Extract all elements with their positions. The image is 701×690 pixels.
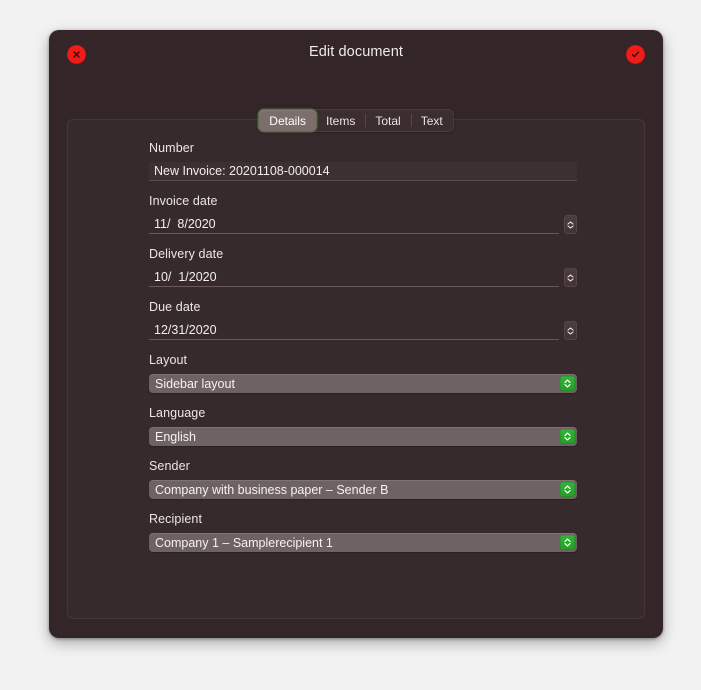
details-form: Number New Invoice: 20201108-000014 Invo… <box>149 141 577 552</box>
due-date-stepper[interactable] <box>564 321 577 340</box>
invoice-date-input[interactable]: 11/ 8/2020 <box>149 215 559 234</box>
tab-items[interactable]: Items <box>316 110 365 131</box>
confirm-button[interactable] <box>626 45 645 64</box>
chevron-up-down-icon <box>560 535 575 550</box>
invoice-date-stepper[interactable] <box>564 215 577 234</box>
layout-dropdown[interactable]: Sidebar layout <box>149 374 577 393</box>
chevron-up-down-icon <box>560 376 575 391</box>
tab-details[interactable]: Details <box>259 110 316 131</box>
field-language: Language English <box>149 406 577 446</box>
chevron-up-down-glyph <box>564 432 571 441</box>
number-value: New Invoice: 20201108-000014 <box>154 164 330 178</box>
number-input[interactable]: New Invoice: 20201108-000014 <box>149 162 577 181</box>
chevron-down-icon <box>567 277 574 282</box>
language-label: Language <box>149 406 206 420</box>
tab-total[interactable]: Total <box>365 110 410 131</box>
field-layout: Layout Sidebar layout <box>149 353 577 393</box>
edit-document-window: Edit document Details Items Total Text N… <box>49 30 663 638</box>
sender-dropdown[interactable]: Company with business paper – Sender B <box>149 480 577 499</box>
sender-label: Sender <box>149 459 190 473</box>
window-title: Edit document <box>309 44 403 60</box>
layout-value: Sidebar layout <box>155 376 235 391</box>
window-titlebar: Edit document <box>49 30 663 78</box>
sender-value: Company with business paper – Sender B <box>155 482 389 497</box>
checkmark-icon <box>631 51 639 58</box>
field-sender: Sender Company with business paper – Sen… <box>149 459 577 499</box>
language-value: English <box>155 429 196 444</box>
recipient-label: Recipient <box>149 512 203 526</box>
due-date-value: 12/31/2020 <box>154 323 217 337</box>
chevron-up-down-glyph <box>564 538 571 547</box>
delivery-date-row: 10/ 1/2020 <box>149 268 577 287</box>
details-panel: Number New Invoice: 20201108-000014 Invo… <box>67 119 645 619</box>
due-date-row: 12/31/2020 <box>149 321 577 340</box>
delivery-date-value: 10/ 1/2020 <box>154 270 217 284</box>
chevron-down-icon <box>567 224 574 229</box>
field-recipient: Recipient Company 1 – Samplerecipient 1 <box>149 512 577 552</box>
language-dropdown[interactable]: English <box>149 427 577 446</box>
tab-text[interactable]: Text <box>410 110 453 131</box>
due-date-input[interactable]: 12/31/2020 <box>149 321 559 340</box>
tab-group: Details Items Total Text <box>258 109 454 132</box>
chevron-down-icon <box>567 330 574 335</box>
delivery-date-stepper[interactable] <box>564 268 577 287</box>
field-delivery-date: Delivery date 10/ 1/2020 <box>149 247 577 287</box>
field-invoice-date: Invoice date 11/ 8/2020 <box>149 194 577 234</box>
number-label: Number <box>149 141 195 155</box>
chevron-up-down-icon <box>560 429 575 444</box>
invoice-date-value: 11/ 8/2020 <box>154 217 216 231</box>
tab-bar: Details Items Total Text <box>49 109 663 132</box>
field-number: Number New Invoice: 20201108-000014 <box>149 141 577 181</box>
chevron-up-down-icon <box>560 482 575 497</box>
invoice-date-row: 11/ 8/2020 <box>149 215 577 234</box>
chevron-up-down-glyph <box>564 485 571 494</box>
invoice-date-label: Invoice date <box>149 194 218 208</box>
delivery-date-input[interactable]: 10/ 1/2020 <box>149 268 559 287</box>
layout-label: Layout <box>149 353 188 367</box>
field-due-date: Due date 12/31/2020 <box>149 300 577 340</box>
recipient-value: Company 1 – Samplerecipient 1 <box>155 535 333 550</box>
delivery-date-label: Delivery date <box>149 247 224 261</box>
recipient-dropdown[interactable]: Company 1 – Samplerecipient 1 <box>149 533 577 552</box>
due-date-label: Due date <box>149 300 201 314</box>
chevron-up-down-glyph <box>564 379 571 388</box>
